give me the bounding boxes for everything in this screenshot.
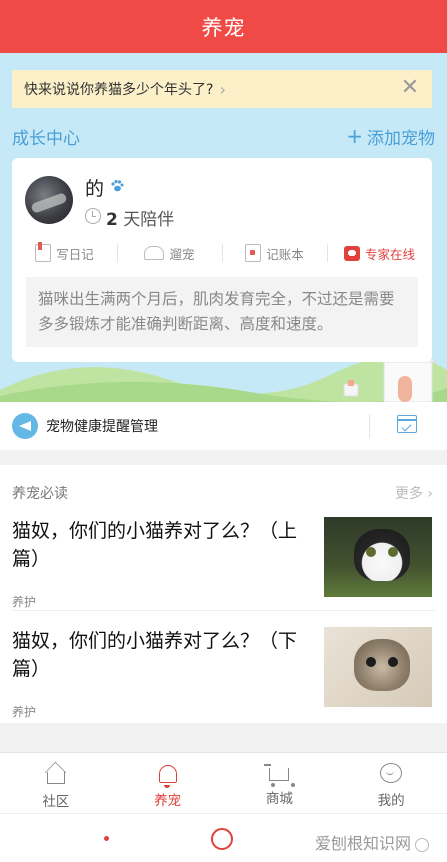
chevron-right-icon: › xyxy=(219,79,226,99)
pet-avatar[interactable] xyxy=(25,176,73,224)
article-title: 猫奴，你们的小猫养对了么？（上篇） xyxy=(12,520,298,570)
tab-mine[interactable]: 我的 xyxy=(335,753,447,813)
write-diary-label: 写日记 xyxy=(56,246,94,262)
ledger-button[interactable]: 记账本 xyxy=(222,240,327,266)
bell-icon xyxy=(158,765,177,788)
health-reminder-row[interactable]: 宠物健康提醒管理 xyxy=(0,402,447,450)
must-read-title: 养宠必读 xyxy=(12,486,68,502)
days-count: 2 xyxy=(106,210,118,230)
survey-banner[interactable]: 快来说说你养猫多少个年头了? › ✕ xyxy=(12,70,432,108)
write-diary-button[interactable]: 写日记 xyxy=(12,240,117,266)
profile-icon xyxy=(380,763,403,783)
article-thumbnail xyxy=(324,627,432,707)
more-link[interactable]: 更多 › xyxy=(395,483,433,503)
tab-label: 养宠 xyxy=(154,793,182,809)
pet-tip: 猫咪出生满两个月后，肌肉发育完全，不过还是需要多多锻炼才能准确判断距离、高度和速… xyxy=(26,277,418,347)
back-dot-icon[interactable] xyxy=(104,836,109,841)
tab-label: 商城 xyxy=(265,791,293,807)
divider xyxy=(369,414,370,438)
watermark: 爱刨根知识网 xyxy=(315,830,430,854)
article-tag: 养护 xyxy=(12,705,37,719)
pet-actions: 写日记 遛宠 记账本 专家在线 xyxy=(12,240,432,266)
article-tag: 养护 xyxy=(12,595,37,609)
clock-icon xyxy=(85,208,101,224)
add-pet-button[interactable]: + 添加宠物 xyxy=(346,124,435,149)
ledger-label: 记账本 xyxy=(266,246,304,262)
add-pet-label: 添加宠物 xyxy=(367,129,435,149)
pet-name: 的 xyxy=(85,178,105,200)
tab-label: 社区 xyxy=(42,794,70,810)
cart-icon xyxy=(264,764,296,787)
watermark-text: 爱刨根知识网 xyxy=(315,834,412,853)
tab-pets[interactable]: 养宠 xyxy=(112,753,224,813)
health-reminder-label: 宠物健康提醒管理 xyxy=(46,419,158,435)
diary-icon xyxy=(35,242,52,262)
plus-icon: + xyxy=(346,124,363,148)
walk-icon xyxy=(144,246,165,260)
paw-icon xyxy=(111,180,124,192)
chat-icon xyxy=(343,245,360,261)
bullhorn-icon xyxy=(12,413,38,439)
divider xyxy=(12,610,435,611)
walk-pet-label: 遛宠 xyxy=(169,246,195,262)
calendar-check-icon[interactable] xyxy=(397,415,417,433)
cat-image xyxy=(354,639,410,691)
tab-label: 我的 xyxy=(377,793,405,809)
cat-image xyxy=(354,529,410,581)
must-read-section: 养宠必读 更多 › 猫奴，你们的小猫养对了么？（上篇） 养护 猫奴，你们的小猫养… xyxy=(0,465,447,723)
system-nav-bar: 爱刨根知识网 xyxy=(0,813,447,862)
expert-online-label: 专家在线 xyxy=(364,246,415,262)
banner-text: 快来说说你养猫多少个年头了? xyxy=(24,82,214,98)
days-suffix: 天陪伴 xyxy=(123,210,175,230)
tab-community[interactable]: 社区 xyxy=(0,753,112,813)
tab-mall[interactable]: 商城 xyxy=(224,753,336,813)
ledger-icon xyxy=(245,244,262,262)
walk-pet-button[interactable]: 遛宠 xyxy=(117,240,222,266)
pet-card: 的 2 天陪伴 写日记 遛宠 记账本 专家在线 猫咪出生满两个月后，肌肉发育完全… xyxy=(12,158,432,362)
article-item[interactable]: 猫奴，你们的小猫养对了么？（下篇） 养护 xyxy=(12,627,432,737)
watermark-logo-icon xyxy=(415,837,430,852)
app-header: 养宠 xyxy=(0,0,447,53)
expert-online-button[interactable]: 专家在线 xyxy=(327,240,432,266)
bottom-tab-bar: 社区 养宠 商城 我的 xyxy=(0,752,447,813)
growth-center-title: 成长中心 xyxy=(12,129,80,149)
home-icon xyxy=(46,772,65,784)
article-title: 猫奴，你们的小猫养对了么？（下篇） xyxy=(12,630,298,680)
article-thumbnail xyxy=(324,517,432,597)
companion-days: 2 天陪伴 xyxy=(106,205,174,230)
home-circle-icon[interactable] xyxy=(211,828,233,850)
page-title: 养宠 xyxy=(201,15,246,40)
close-icon[interactable]: ✕ xyxy=(398,76,422,100)
